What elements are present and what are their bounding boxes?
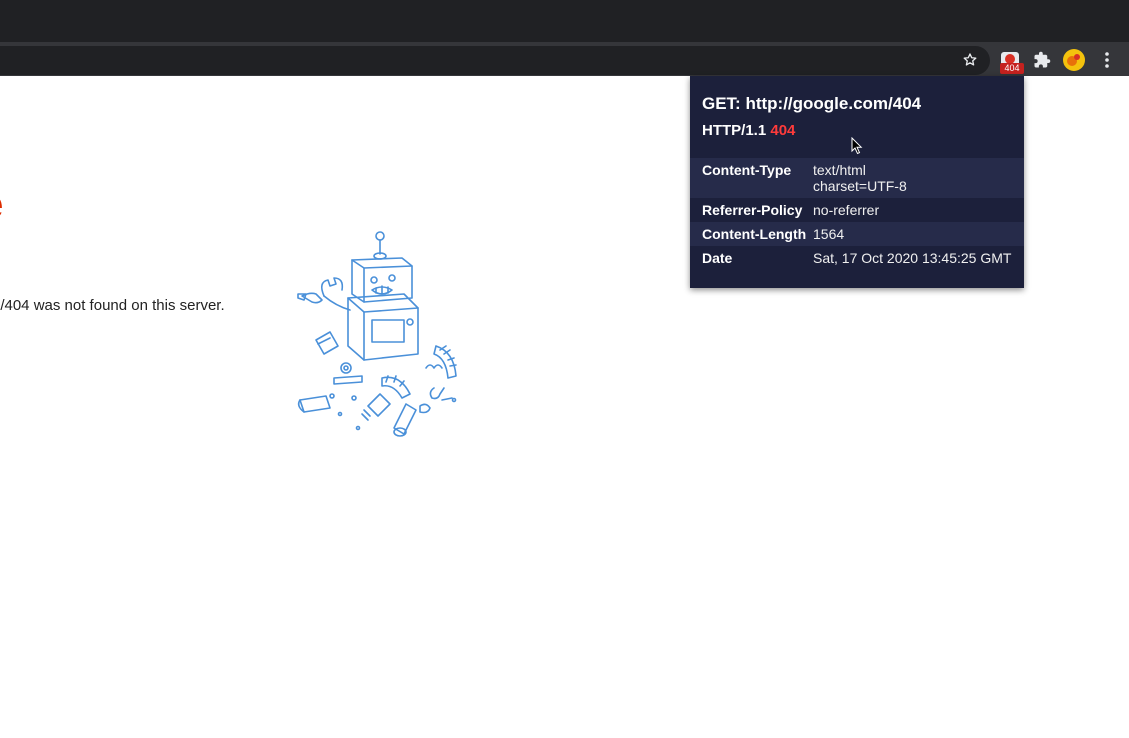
header-value: Sat, 17 Oct 2020 13:45:25 GMT (813, 250, 1012, 266)
header-row: Date Sat, 17 Oct 2020 13:45:25 GMT (690, 246, 1024, 270)
response-status-line: HTTP/1.1 404 (702, 122, 795, 139)
header-row: Content-Type text/html charset=UTF-8 (690, 158, 1024, 198)
broken-robot-illustration (297, 231, 457, 437)
header-value: text/html charset=UTF-8 (813, 162, 907, 194)
header-name: Date (702, 250, 733, 266)
header-name: Referrer-Policy (702, 202, 803, 218)
bookmark-star-icon[interactable] (958, 48, 982, 72)
status-code: 404 (770, 122, 796, 139)
http-headers-popup: GET: http://google.com/404 HTTP/1.1 404 … (690, 76, 1024, 288)
extension-status-badge: 404 (1000, 63, 1024, 74)
header-row: Content-Length 1564 (690, 222, 1024, 246)
header-name: Content-Length (702, 226, 807, 242)
browser-menu-icon[interactable] (1095, 48, 1119, 72)
header-name: Content-Type (702, 162, 792, 178)
mouse-pointer-icon (851, 137, 863, 155)
request-line: GET: http://google.com/404 (702, 94, 922, 113)
header-value: no-referrer (813, 202, 880, 218)
extensions-puzzle-icon[interactable] (1030, 48, 1054, 72)
header-value: 1564 (813, 226, 845, 242)
header-row: Referrer-Policy no-referrer (690, 198, 1024, 222)
http-protocol: HTTP/1.1 (702, 122, 767, 139)
address-bar[interactable] (0, 46, 990, 75)
response-headers-table: Content-Type text/html charset=UTF-8 Ref… (690, 158, 1024, 270)
profile-avatar[interactable] (1062, 48, 1086, 72)
browser-title-bar (0, 0, 1129, 44)
error-heading-fragment: e (0, 180, 3, 228)
error-message: . /404 was not found on this server. (0, 297, 225, 314)
